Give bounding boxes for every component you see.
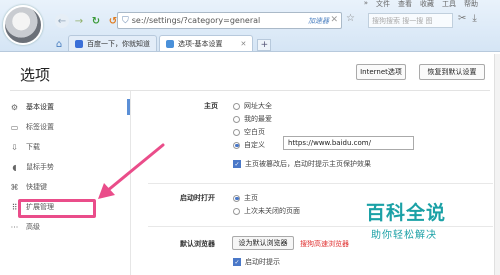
- homepage-option-custom[interactable]: 自定义: [233, 140, 265, 150]
- section-divider: [148, 183, 493, 184]
- vertical-scrollbar[interactable]: [494, 54, 500, 275]
- radio-button[interactable]: [233, 102, 240, 110]
- startup-prompt-option[interactable]: ✓ 启动时提示: [233, 257, 280, 267]
- option-label: 上次未关闭的页面: [244, 207, 300, 215]
- arrow-shaft: [105, 143, 165, 193]
- homepage-option-nav[interactable]: 网址大全: [233, 101, 272, 111]
- homepage-option-favorites[interactable]: 我的最爱: [233, 114, 272, 124]
- checkbox-checked[interactable]: ✓: [233, 258, 241, 266]
- radio-button-selected[interactable]: [233, 141, 240, 149]
- homepage-label: 主页: [204, 102, 218, 110]
- default-browser-status: 搜狗高速浏览器: [300, 240, 349, 248]
- custom-homepage-input[interactable]: https://www.baidu.com/: [283, 136, 414, 150]
- default-browser-label: 默认浏览器: [180, 240, 215, 248]
- radio-button[interactable]: [233, 207, 240, 215]
- homepage-protect-option[interactable]: ✓ 主页被篡改后，启动时提示主页保护效果: [233, 159, 371, 169]
- option-label: 主页被篡改后，启动时提示主页保护效果: [245, 160, 371, 168]
- section-divider: [148, 226, 493, 227]
- custom-homepage-value: https://www.baidu.com/: [288, 139, 371, 147]
- option-label: 网址大全: [244, 102, 272, 110]
- startup-option-last-session[interactable]: 上次未关闭的页面: [233, 206, 300, 216]
- homepage-option-blank[interactable]: 空白页: [233, 127, 265, 137]
- radio-button[interactable]: [233, 128, 240, 136]
- watermark-subtitle: 助你轻松解决: [371, 230, 437, 241]
- startup-label: 启动时打开: [180, 194, 215, 202]
- option-label: 我的最爱: [244, 115, 272, 123]
- radio-button[interactable]: [233, 115, 240, 123]
- set-default-browser-button[interactable]: 设为默认浏览器: [232, 236, 294, 250]
- radio-button-selected[interactable]: [233, 194, 240, 202]
- startup-option-home[interactable]: 主页: [233, 193, 258, 203]
- option-label: 主页: [244, 194, 258, 202]
- checkbox-checked[interactable]: ✓: [233, 160, 241, 168]
- option-label: 启动时提示: [245, 258, 280, 266]
- watermark-title: 百科全说: [366, 202, 447, 224]
- option-label: 自定义: [244, 141, 265, 149]
- option-label: 空白页: [244, 128, 265, 136]
